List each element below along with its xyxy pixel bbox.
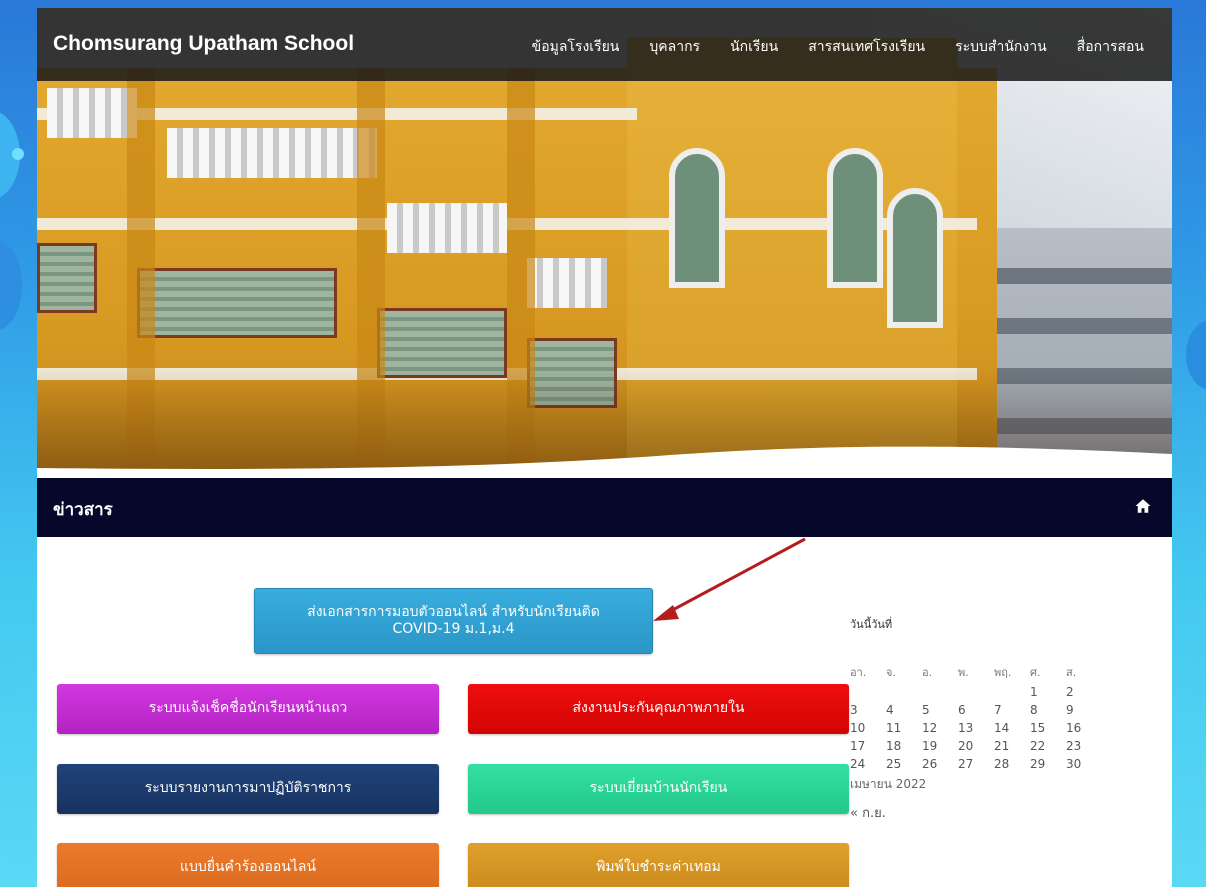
calendar-day: 8 [1030,703,1038,717]
nav-item-office-system[interactable]: ระบบสำนักงาน [955,36,1047,58]
calendar-day: 24 [850,757,866,771]
tuition-payment-button[interactable]: พิมพ์ใบชำระค่าเทอม [468,843,849,887]
top-navbar: Chomsurang Upatham School ข้อมูลโรงเรียน… [37,8,1172,81]
calendar-day: 13 [958,721,974,735]
calendar-day: 22 [1030,739,1046,753]
calendar-day: 9 [1066,703,1074,717]
calendar-month-label: เมษายน 2022 [850,777,927,791]
calendar-day: 25 [886,757,902,771]
calendar-prev-link[interactable]: « ก.ย. [850,802,1140,823]
site-brand[interactable]: Chomsurang Upatham School [53,32,354,56]
calendar-day: 19 [922,739,938,753]
calendar-day: 14 [994,721,1010,735]
page-title-bar: ข่าวสาร [37,478,1172,537]
calendar-day: 3 [850,703,858,717]
calendar-day [850,683,886,701]
nav-item-personnel[interactable]: บุคลากร [649,36,700,58]
weekday-label: อ. [922,666,933,679]
calendar-day: 23 [1066,739,1082,753]
calendar-day: 16 [1066,721,1082,735]
background-dot [12,148,24,160]
nav-item-school-info[interactable]: ข้อมูลโรงเรียน [532,36,620,58]
calendar-day: 12 [922,721,938,735]
calendar-day: 29 [1030,757,1046,771]
calendar-week-row: 1 2 [850,683,1102,701]
calendar-day: 7 [994,703,1002,717]
page-container: Chomsurang Upatham School ข้อมูลโรงเรียน… [37,8,1172,887]
calendar-day [886,683,922,701]
calendar-day: 4 [886,703,894,717]
calendar-week-row: 3 4 5 6 7 8 9 [850,701,1102,719]
online-request-button[interactable]: แบบยื่นคำร้องออนไลน์ [57,843,439,887]
nav-item-teaching-media[interactable]: สื่อการสอน [1077,36,1144,58]
calendar-day: 18 [886,739,902,753]
calendar-caption: วันนี้วันที่ [850,618,893,631]
main-nav: ข้อมูลโรงเรียน บุคลากร นักเรียน สารสนเทศ… [532,36,1144,58]
calendar-day: 26 [922,757,938,771]
calendar-day: 17 [850,739,866,753]
calendar-day: 30 [1066,757,1082,771]
weekday-label: พฤ. [994,666,1012,679]
calendar-day: 20 [958,739,974,753]
calendar-week-row: 10 11 12 13 14 15 16 [850,719,1102,737]
calendar-day [958,683,994,701]
calendar-day: 2 [1066,685,1074,699]
calendar-day: 28 [994,757,1010,771]
calendar-day: 1 [1030,685,1038,699]
calendar-week-row: 17 18 19 20 21 22 23 [850,737,1102,755]
nav-item-students[interactable]: นักเรียน [730,36,778,58]
calendar-day [994,683,1030,701]
hero-wave [37,446,1172,478]
calendar-day: 15 [1030,721,1046,735]
covid-enrollment-button[interactable]: ส่งเอกสารการมอบตัวออนไลน์ สำหรับนักเรียน… [254,588,653,654]
calendar-week-row: 24 25 26 27 28 29 30 [850,755,1102,773]
weekday-label: ส. [1066,666,1077,679]
annotation-arrow [653,537,806,621]
calendar-weekday-row: อา. จ. อ. พ. พฤ. ศ. ส. [850,661,1102,683]
weekday-label: อา. [850,666,867,679]
calendar-day [922,683,958,701]
background-blob [0,240,22,330]
home-icon[interactable] [1134,497,1152,515]
work-attendance-report-button[interactable]: ระบบรายงานการมาปฏิบัติราชการ [57,764,439,814]
calendar-widget: วันนี้วันที่ อา. จ. อ. พ. พฤ. ศ. ส. 1 2 … [850,615,1140,823]
student-attendance-button[interactable]: ระบบแจ้งเช็คชื่อนักเรียนหน้าแถว [57,684,439,734]
background-blob [1186,320,1206,390]
main-content: ส่งเอกสารการมอบตัวออนไลน์ สำหรับนักเรียน… [37,537,1172,887]
calendar-day: 5 [922,703,930,717]
calendar-day: 10 [850,721,866,735]
nav-item-school-information[interactable]: สารสนเทศโรงเรียน [808,36,925,58]
calendar-day: 27 [958,757,974,771]
page-title: ข่าวสาร [53,500,113,520]
weekday-label: จ. [886,666,896,679]
quality-assurance-button[interactable]: ส่งงานประกันคุณภาพภายใน [468,684,849,734]
calendar-day: 11 [886,721,902,735]
weekday-label: ศ. [1030,666,1041,679]
calendar-day: 6 [958,703,966,717]
calendar-day: 21 [994,739,1010,753]
home-visit-button[interactable]: ระบบเยี่ยมบ้านนักเรียน [468,764,849,814]
calendar-table: อา. จ. อ. พ. พฤ. ศ. ส. 1 2 3 4 5 6 7 8 9… [850,661,1102,773]
weekday-label: พ. [958,666,969,679]
hero-banner: Chomsurang Upatham School ข้อมูลโรงเรียน… [37,8,1172,478]
